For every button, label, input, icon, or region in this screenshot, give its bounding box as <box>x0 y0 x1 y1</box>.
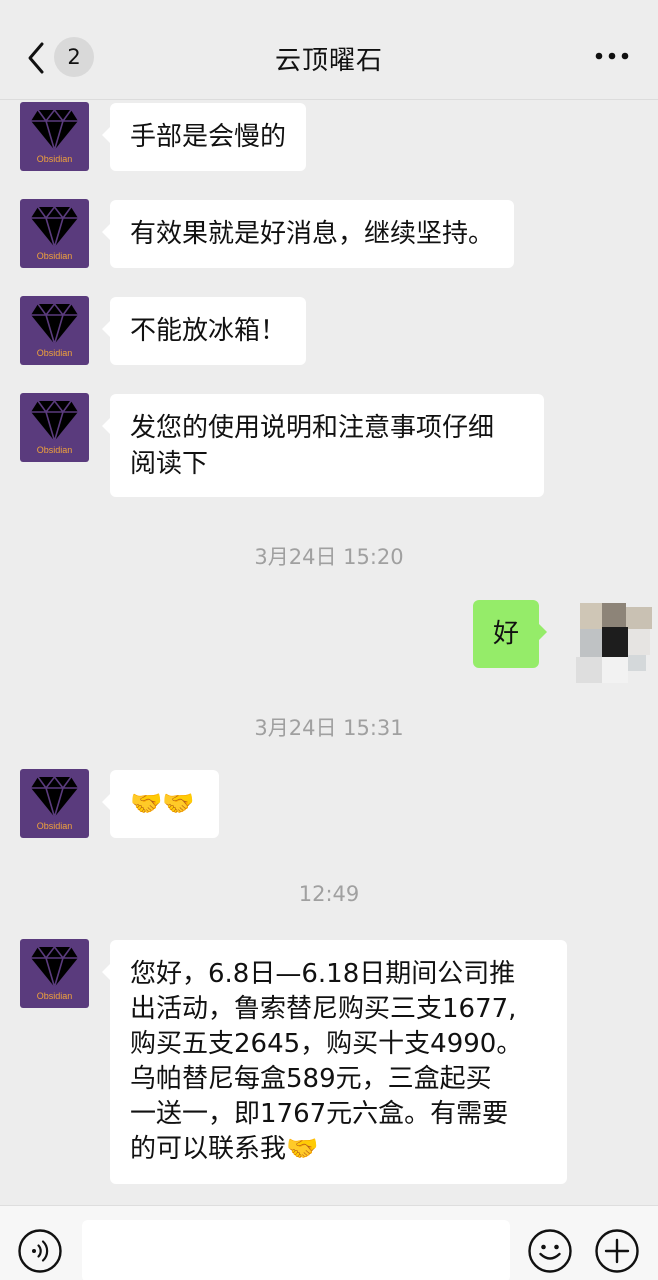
message-text: 好 <box>493 619 520 649</box>
avatar-brand-text: Obsidian <box>36 445 73 455</box>
message-bubble[interactable]: 不能放冰箱！ <box>101 297 307 365</box>
diamond-logo-icon <box>31 945 78 989</box>
message-text: 手部是会慢的 <box>130 122 287 152</box>
my-message-bubble[interactable]: 好 <box>473 600 548 668</box>
message-text-line: 您好，6.8日—6.18日期间公司推 <box>130 959 516 989</box>
chat-screen: 2 云顶曜石 Obsidian 手部是会慢的 Obsidian 有效果就是好消息… <box>0 0 658 1280</box>
voice-icon <box>18 1229 62 1273</box>
timestamp: 3月24日 15:31 <box>254 716 404 740</box>
message-bubble[interactable]: 有效果就是好消息，继续坚持。 <box>101 200 515 268</box>
plus-button[interactable] <box>594 1228 640 1274</box>
message-bubble[interactable]: 发您的使用说明和注意事项仔细 阅读下 <box>102 394 544 497</box>
message-input[interactable] <box>82 1220 510 1280</box>
avatar-brand-text: Obsidian <box>36 821 73 831</box>
contact-avatar[interactable]: Obsidian <box>20 199 89 268</box>
avatar-brand-text: Obsidian <box>36 154 73 164</box>
message-text: 有效果就是好消息，继续坚持。 <box>130 219 495 249</box>
contact-avatar[interactable]: Obsidian <box>20 102 89 171</box>
diamond-logo-icon <box>31 399 78 443</box>
message-text-line: 乌帕替尼每盒589元，三盒起买 <box>130 1064 492 1094</box>
diamond-logo-icon <box>31 205 78 249</box>
message-bubble[interactable]: 您好，6.8日—6.18日期间公司推 出活动，鲁索替尼购买三支1677, 购买五… <box>102 940 567 1184</box>
message-bubble[interactable]: 手部是会慢的 <box>101 103 307 171</box>
voice-button[interactable] <box>17 1228 63 1274</box>
more-button[interactable] <box>594 44 630 68</box>
chat-title: 云顶曜石 <box>274 46 383 76</box>
avatar-brand-text: Obsidian <box>36 348 73 358</box>
avatar-brand-text: Obsidian <box>36 251 73 261</box>
diamond-logo-icon <box>31 108 78 152</box>
contact-avatar[interactable]: Obsidian <box>20 769 89 838</box>
timestamp: 3月24日 15:20 <box>254 545 404 569</box>
contact-avatar[interactable]: Obsidian <box>20 939 89 1008</box>
plus-icon <box>595 1229 639 1273</box>
message-text-line: 阅读下 <box>130 449 209 479</box>
message-text-line: 购买五支2645，购买十支4990。 <box>130 1029 523 1059</box>
message-text-line: 发您的使用说明和注意事项仔细 <box>130 413 495 443</box>
message-bubble[interactable]: 🤝🤝 <box>102 770 219 838</box>
more-dots-icon <box>595 52 629 60</box>
my-avatar[interactable] <box>576 601 654 683</box>
chat-header: 2 云顶曜石 <box>0 0 658 100</box>
input-bar <box>0 1205 658 1280</box>
message-text: 不能放冰箱！ <box>130 316 287 346</box>
message-text: 🤝🤝 <box>130 789 195 819</box>
message-text-line: 的可以联系我🤝 <box>130 1134 319 1164</box>
message-text-line: 一送一，即1767元六盒。有需要 <box>130 1099 509 1129</box>
diamond-logo-icon <box>31 775 78 819</box>
message-text-line: 出活动，鲁索替尼购买三支1677, <box>130 994 517 1024</box>
timestamp: 12:49 <box>298 882 360 906</box>
emoji-button[interactable] <box>527 1228 573 1274</box>
emoji-icon <box>528 1229 572 1273</box>
contact-avatar[interactable]: Obsidian <box>20 393 89 462</box>
contact-avatar[interactable]: Obsidian <box>20 296 89 365</box>
diamond-logo-icon <box>31 302 78 346</box>
avatar-brand-text: Obsidian <box>36 991 73 1001</box>
